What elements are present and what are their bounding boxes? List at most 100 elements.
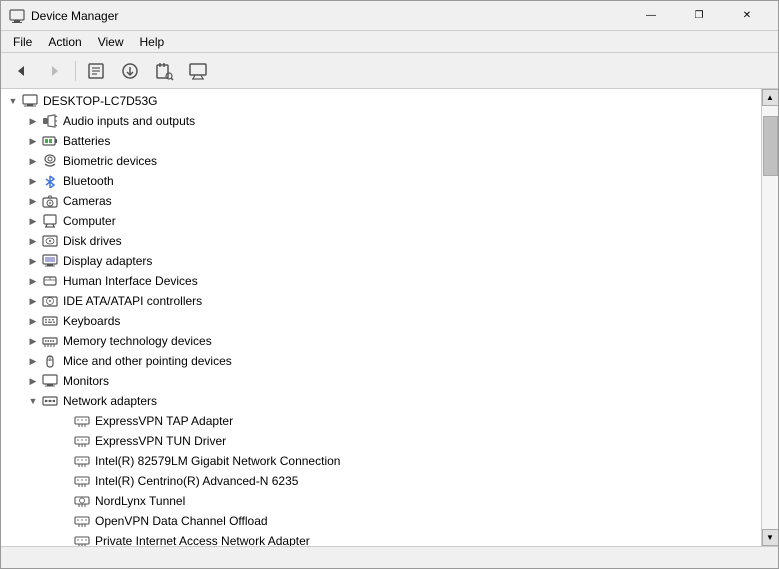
app-icon xyxy=(9,8,25,24)
net-expressvpn-tun[interactable]: ExpressVPN TUN Driver xyxy=(1,431,761,451)
memory-icon xyxy=(41,333,59,349)
cat-batteries[interactable]: Batteries xyxy=(1,131,761,151)
properties-button[interactable] xyxy=(80,57,112,85)
computer-expander[interactable] xyxy=(25,213,41,229)
scan-button[interactable] xyxy=(148,57,180,85)
net-intel-82579[interactable]: Intel(R) 82579LM Gigabit Network Connect… xyxy=(1,451,761,471)
main-content: DESKTOP-LC7D53G Audio inputs and outputs xyxy=(1,89,778,546)
menu-view[interactable]: View xyxy=(90,31,132,52)
cat-cameras[interactable]: Cameras xyxy=(1,191,761,211)
batteries-icon xyxy=(41,133,59,149)
network-expander[interactable] xyxy=(25,393,41,409)
status-bar xyxy=(1,546,778,568)
keyboards-icon xyxy=(41,313,59,329)
audio-label: Audio inputs and outputs xyxy=(63,114,195,128)
net-pia[interactable]: Private Internet Access Network Adapter xyxy=(1,531,761,546)
net-item-5-label: OpenVPN Data Channel Offload xyxy=(95,514,268,528)
monitor-button[interactable] xyxy=(182,57,214,85)
memory-label: Memory technology devices xyxy=(63,334,212,348)
biometric-icon xyxy=(41,153,59,169)
net-item-6-label: Private Internet Access Network Adapter xyxy=(95,534,310,546)
cat-hid[interactable]: Human Interface Devices xyxy=(1,271,761,291)
net-card-icon-5 xyxy=(73,513,91,529)
net-card-icon-1 xyxy=(73,433,91,449)
cat-monitors[interactable]: Monitors xyxy=(1,371,761,391)
cat-display[interactable]: Display adapters xyxy=(1,251,761,271)
cat-network[interactable]: Network adapters xyxy=(1,391,761,411)
root-expander[interactable] xyxy=(5,93,21,109)
net-card-icon-3 xyxy=(73,473,91,489)
computer-label: Computer xyxy=(63,214,116,228)
update-driver-button[interactable] xyxy=(114,57,146,85)
monitors-icon xyxy=(41,373,59,389)
toolbar-separator-1 xyxy=(75,61,76,81)
hid-icon xyxy=(41,273,59,289)
scroll-up-button[interactable]: ▲ xyxy=(762,89,779,106)
net-item-0-label: ExpressVPN TAP Adapter xyxy=(95,414,233,428)
scroll-down-button[interactable]: ▼ xyxy=(762,529,779,546)
back-button[interactable] xyxy=(5,57,37,85)
cat-computer[interactable]: Computer xyxy=(1,211,761,231)
menu-help[interactable]: Help xyxy=(132,31,173,52)
net-card-icon-4 xyxy=(73,493,91,509)
ide-expander[interactable] xyxy=(25,293,41,309)
net-item-2-label: Intel(R) 82579LM Gigabit Network Connect… xyxy=(95,454,340,468)
net-card-icon-2 xyxy=(73,453,91,469)
close-button[interactable]: ✕ xyxy=(724,2,770,30)
cat-memory[interactable]: Memory technology devices xyxy=(1,331,761,351)
restore-button[interactable]: ❐ xyxy=(676,2,722,30)
device-tree[interactable]: DESKTOP-LC7D53G Audio inputs and outputs xyxy=(1,89,761,546)
cameras-label: Cameras xyxy=(63,194,112,208)
minimize-button[interactable]: — xyxy=(628,2,674,30)
vertical-scrollbar[interactable]: ▲ ▼ xyxy=(761,89,778,546)
disk-expander[interactable] xyxy=(25,233,41,249)
net-item-3-label: Intel(R) Centrino(R) Advanced-N 6235 xyxy=(95,474,298,488)
batteries-expander[interactable] xyxy=(25,133,41,149)
cat-disk[interactable]: Disk drives xyxy=(1,231,761,251)
cat-bluetooth[interactable]: Bluetooth xyxy=(1,171,761,191)
title-bar: Device Manager — ❐ ✕ xyxy=(1,1,778,31)
root-label: DESKTOP-LC7D53G xyxy=(43,94,158,108)
net-item-4-label: NordLynx Tunnel xyxy=(95,494,185,508)
window-title: Device Manager xyxy=(31,9,628,23)
network-label: Network adapters xyxy=(63,394,157,408)
cat-ide[interactable]: IDE ATA/ATAPI controllers xyxy=(1,291,761,311)
cameras-icon xyxy=(41,193,59,209)
toolbar xyxy=(1,53,778,89)
cat-mice[interactable]: Mice and other pointing devices xyxy=(1,351,761,371)
net-expressvpn-tap[interactable]: ExpressVPN TAP Adapter xyxy=(1,411,761,431)
biometric-expander[interactable] xyxy=(25,153,41,169)
mice-label: Mice and other pointing devices xyxy=(63,354,232,368)
menu-file[interactable]: File xyxy=(5,31,40,52)
audio-expander[interactable] xyxy=(25,113,41,129)
device-manager-window: Device Manager — ❐ ✕ File Action View He… xyxy=(0,0,779,569)
memory-expander[interactable] xyxy=(25,333,41,349)
hid-expander[interactable] xyxy=(25,273,41,289)
window-controls: — ❐ ✕ xyxy=(628,2,770,30)
keyboards-expander[interactable] xyxy=(25,313,41,329)
menu-action[interactable]: Action xyxy=(40,31,89,52)
monitors-expander[interactable] xyxy=(25,373,41,389)
root-icon xyxy=(21,93,39,109)
forward-button[interactable] xyxy=(39,57,71,85)
cat-audio[interactable]: Audio inputs and outputs xyxy=(1,111,761,131)
mice-icon xyxy=(41,353,59,369)
monitors-label: Monitors xyxy=(63,374,109,388)
display-label: Display adapters xyxy=(63,254,152,268)
cat-biometric[interactable]: Biometric devices xyxy=(1,151,761,171)
network-icon xyxy=(41,393,59,409)
tree-root[interactable]: DESKTOP-LC7D53G xyxy=(1,91,761,111)
disk-icon xyxy=(41,233,59,249)
net-card-icon-0 xyxy=(73,413,91,429)
cameras-expander[interactable] xyxy=(25,193,41,209)
bluetooth-expander[interactable] xyxy=(25,173,41,189)
net-openvpn[interactable]: OpenVPN Data Channel Offload xyxy=(1,511,761,531)
net-nordlynx[interactable]: NordLynx Tunnel xyxy=(1,491,761,511)
keyboards-label: Keyboards xyxy=(63,314,120,328)
mice-expander[interactable] xyxy=(25,353,41,369)
scroll-thumb[interactable] xyxy=(763,116,778,176)
scroll-track[interactable] xyxy=(762,106,779,529)
display-expander[interactable] xyxy=(25,253,41,269)
net-intel-centrino[interactable]: Intel(R) Centrino(R) Advanced-N 6235 xyxy=(1,471,761,491)
cat-keyboards[interactable]: Keyboards xyxy=(1,311,761,331)
